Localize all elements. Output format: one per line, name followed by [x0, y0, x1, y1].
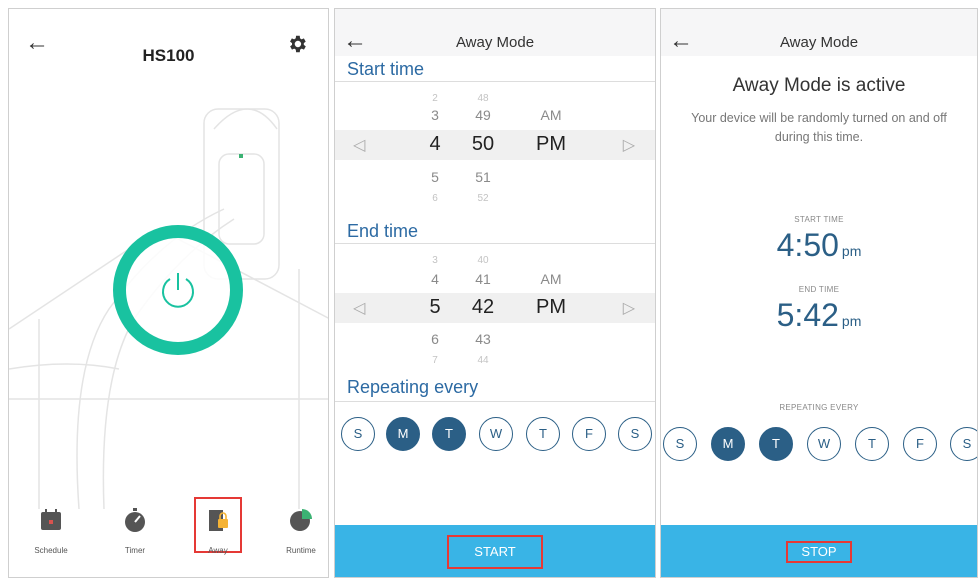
- day-toggle-wednesday[interactable]: W: [479, 417, 513, 451]
- away-mode-setup-panel: ← Away Mode Start time 2 48 3 49 AM ◁ 4 50 PM…: [334, 8, 656, 578]
- hour-option[interactable]: 7: [417, 355, 453, 366]
- day-toggle-monday[interactable]: M: [386, 417, 420, 451]
- day-indicator-thursday: T: [855, 427, 889, 461]
- day-indicator-wednesday: W: [807, 427, 841, 461]
- gear-icon[interactable]: [286, 33, 308, 55]
- page-title: Away Mode: [455, 34, 535, 51]
- end-time-unit: pm: [841, 313, 862, 329]
- end-time-display: 5:42 pm: [661, 297, 977, 334]
- action-bar: STOP: [661, 525, 977, 577]
- device-title: HS100: [142, 46, 195, 65]
- pie-chart-icon: [290, 509, 312, 531]
- start-time-label: START TIME: [794, 215, 844, 224]
- nav-label: Away: [208, 546, 228, 555]
- minute-option[interactable]: 51: [461, 169, 505, 185]
- start-time-unit: pm: [841, 243, 862, 259]
- minute-selected[interactable]: 42: [461, 296, 505, 319]
- divider: [335, 243, 655, 244]
- hour-selected[interactable]: 4: [417, 133, 453, 156]
- end-time-heading: End time: [347, 221, 419, 241]
- day-indicator-sunday: S: [663, 427, 697, 461]
- day-indicator-saturday: S: [950, 427, 977, 461]
- away-mode-active-panel: ← Away Mode Away Mode is active Your dev…: [660, 8, 978, 578]
- bottom-nav: Schedule Timer Away Runtime: [9, 497, 328, 577]
- stopwatch-icon: [125, 508, 145, 532]
- nav-schedule[interactable]: Schedule: [21, 507, 81, 555]
- day-selector: S M T W T F S: [335, 417, 655, 457]
- nav-away[interactable]: Away: [194, 497, 242, 555]
- divider: [335, 401, 655, 402]
- hour-option[interactable]: 3: [417, 107, 453, 123]
- header: ← Away Mode: [661, 9, 977, 56]
- minute-option[interactable]: 41: [461, 271, 505, 287]
- stop-button[interactable]: STOP: [786, 541, 852, 563]
- minute-selected[interactable]: 50: [461, 133, 505, 156]
- minute-option[interactable]: 52: [461, 193, 505, 204]
- away-icon: [209, 510, 228, 531]
- start-time-heading: Start time: [347, 59, 425, 79]
- divider: [335, 81, 655, 82]
- day-display: S M T W T F S: [661, 427, 977, 467]
- device-panel: ← HS100 Schedule Timer Away Runtime: [8, 8, 329, 578]
- caret-right-icon: ▷: [622, 137, 635, 154]
- repeating-heading: Repeating every: [347, 377, 479, 397]
- nav-runtime[interactable]: Runtime: [271, 507, 328, 555]
- repeating-label: REPEATING EVERY: [779, 403, 859, 412]
- ampm-option[interactable]: AM: [525, 271, 577, 287]
- minute-option[interactable]: 49: [461, 107, 505, 123]
- start-time-value: 4:50: [776, 227, 839, 263]
- day-indicator-tuesday: T: [759, 427, 793, 461]
- page-title: Away Mode: [779, 34, 859, 51]
- active-heading: Away Mode is active: [732, 75, 906, 96]
- day-indicator-monday: M: [711, 427, 745, 461]
- hour-option[interactable]: 6: [417, 331, 453, 347]
- header: ← Away Mode: [335, 9, 655, 56]
- minute-option[interactable]: 43: [461, 331, 505, 347]
- day-toggle-sunday[interactable]: S: [341, 417, 375, 451]
- caret-left-icon: ◁: [353, 137, 366, 154]
- ampm-selected[interactable]: PM: [525, 133, 577, 156]
- start-time-display: 4:50 pm: [661, 227, 977, 264]
- nav-label: Schedule: [34, 546, 68, 555]
- day-toggle-friday[interactable]: F: [572, 417, 606, 451]
- power-icon: [162, 273, 194, 308]
- calendar-icon: [41, 509, 61, 530]
- hour-option[interactable]: 5: [417, 169, 453, 185]
- day-toggle-saturday[interactable]: S: [618, 417, 652, 451]
- power-toggle-button[interactable]: [113, 225, 243, 355]
- nav-timer[interactable]: Timer: [105, 507, 165, 555]
- hour-option[interactable]: 6: [417, 193, 453, 204]
- active-description: Your device will be randomly turned on a…: [691, 111, 947, 144]
- caret-left-icon: ◁: [353, 300, 366, 317]
- ampm-selected[interactable]: PM: [525, 296, 577, 319]
- hour-option[interactable]: 4: [417, 271, 453, 287]
- end-time-label: END TIME: [798, 285, 840, 294]
- end-time-value: 5:42: [776, 297, 839, 333]
- day-indicator-friday: F: [903, 427, 937, 461]
- hour-selected[interactable]: 5: [417, 296, 453, 319]
- caret-right-icon: ▷: [622, 300, 635, 317]
- start-button[interactable]: START: [447, 535, 543, 569]
- minute-option[interactable]: 44: [461, 355, 505, 366]
- day-toggle-tuesday[interactable]: T: [432, 417, 466, 451]
- nav-label: Runtime: [286, 546, 316, 555]
- action-bar: START: [335, 525, 655, 577]
- day-toggle-thursday[interactable]: T: [526, 417, 560, 451]
- nav-label: Timer: [124, 546, 146, 555]
- ampm-option[interactable]: AM: [525, 107, 577, 123]
